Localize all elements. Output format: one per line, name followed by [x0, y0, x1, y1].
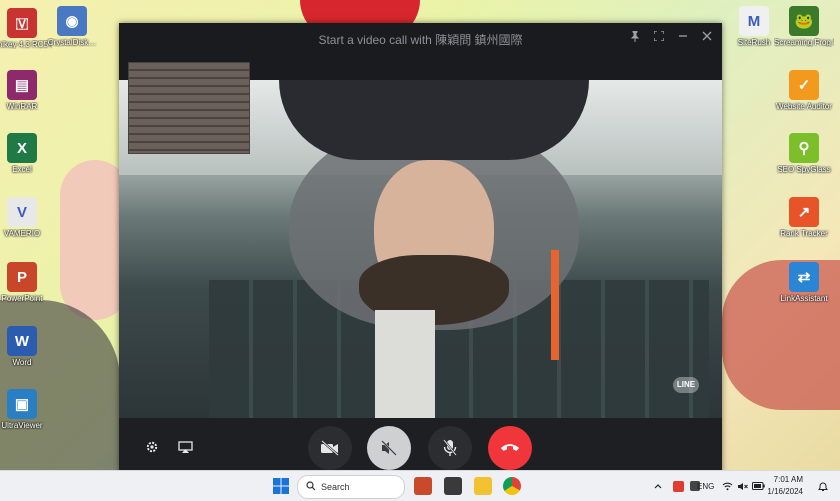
desktop-icon-label: PowerPoint: [1, 294, 43, 303]
video-scene: [551, 250, 559, 360]
settings-gear-icon[interactable]: [141, 436, 163, 458]
desktop-app-icon: ▤: [7, 70, 37, 100]
chrome-icon[interactable]: [503, 477, 521, 495]
desktop-icon[interactable]: V VAMERIO: [0, 197, 52, 238]
call-controls-bar: [119, 418, 722, 477]
line-watermark: LINE: [673, 377, 699, 393]
microphone-mute-icon: [443, 439, 457, 456]
pin-icon[interactable]: [628, 30, 642, 45]
minimize-icon[interactable]: [676, 31, 690, 45]
task-view-icon[interactable]: [444, 477, 462, 495]
desktop-app-icon: ⇄: [789, 262, 819, 292]
video-call-window: Start a video call with 陳穎問 鎮州國際 LINE: [119, 23, 722, 477]
volume-muted-icon[interactable]: [737, 471, 748, 501]
speaker-mute-icon: [381, 440, 397, 456]
desktop-app-icon: W: [7, 326, 37, 356]
close-icon[interactable]: [700, 31, 714, 45]
desktop-icon-label: Website Auditor: [776, 102, 832, 111]
taskbar-search[interactable]: Search: [297, 475, 405, 499]
desktop-app-icon: ↗: [789, 197, 819, 227]
hang-up-button[interactable]: [488, 426, 532, 470]
desktop-icon-label: LinkAssistant: [780, 294, 828, 303]
desktop-icon-label: Excel: [12, 165, 32, 174]
desktop-icon[interactable]: ✓ Website Auditor: [774, 70, 834, 111]
self-view-preview[interactable]: [128, 62, 250, 154]
desktop-app-icon: ◉: [57, 6, 87, 36]
video-scene: [279, 80, 589, 160]
chevron-up-icon[interactable]: [654, 471, 662, 501]
desktop-app-icon: 🇻: [7, 8, 37, 38]
desktop-app-icon: ✓: [789, 70, 819, 100]
window-titlebar[interactable]: Start a video call with 陳穎問 鎮州國際: [119, 23, 722, 55]
camera-off-icon: [321, 440, 339, 456]
desktop-app-icon: V: [7, 197, 37, 227]
taskbar: Search ENG 7:01 AM 1/16/2024: [0, 470, 840, 501]
search-placeholder: Search: [321, 482, 350, 492]
desktop-icon-label: Rank Tracker: [780, 229, 828, 238]
desktop-icon[interactable]: ⚲ SEO SpyGlass: [774, 133, 834, 174]
desktop-icon-label: Screaming Frog SE…: [774, 38, 834, 47]
desktop-icon-label: CrystalDisk…: [47, 38, 97, 47]
wifi-icon[interactable]: [722, 471, 733, 501]
desktop-icon[interactable]: ▣ UltraViewer: [0, 389, 52, 430]
desktop-app-icon: ⚲: [789, 133, 819, 163]
tray-app-icon[interactable]: [673, 471, 684, 501]
desktop-icon-label: VAMERIO: [3, 229, 41, 238]
notification-bell-icon[interactable]: [818, 471, 828, 501]
camera-off-button[interactable]: [308, 426, 352, 470]
search-icon: [306, 478, 316, 496]
clock-time: 7:01 AM: [773, 475, 803, 484]
taskbar-app-icon[interactable]: [414, 477, 432, 495]
file-explorer-icon[interactable]: [474, 477, 492, 495]
clock-date: 1/16/2024: [767, 487, 803, 496]
desktop-icon[interactable]: ◉ CrystalDisk…: [42, 6, 102, 47]
desktop-app-icon: M: [739, 6, 769, 36]
desktop-app-icon: X: [7, 133, 37, 163]
desktop-icon[interactable]: 🐸 Screaming Frog SE…: [774, 6, 834, 47]
hang-up-phone-icon: [501, 444, 519, 451]
desktop-icon[interactable]: W Word: [0, 326, 52, 367]
screen-share-icon[interactable]: [174, 436, 196, 458]
speaker-mute-button[interactable]: [367, 426, 411, 470]
desktop-app-icon: 🐸: [789, 6, 819, 36]
system-clock[interactable]: 7:01 AM 1/16/2024: [753, 474, 803, 498]
desktop-icon[interactable]: ⇄ LinkAssistant: [774, 262, 834, 303]
desktop-icon-label: WinRAR: [6, 102, 38, 111]
desktop-icon[interactable]: X Excel: [0, 133, 52, 174]
desktop-icon[interactable]: ↗ Rank Tracker: [774, 197, 834, 238]
desktop-icon-label: SEO SpyGlass: [777, 165, 831, 174]
language-indicator[interactable]: ENG: [697, 471, 714, 501]
fullscreen-icon[interactable]: [652, 30, 666, 45]
desktop-app-icon: ▣: [7, 389, 37, 419]
desktop-icon[interactable]: ▤ WinRAR: [0, 70, 52, 111]
desktop-app-icon: P: [7, 262, 37, 292]
microphone-mute-button[interactable]: [428, 426, 472, 470]
desktop-icon-label: UltraViewer: [1, 421, 43, 430]
window-title: Start a video call with 陳穎問 鎮州國際: [318, 32, 523, 47]
desktop-icon[interactable]: P PowerPoint: [0, 262, 52, 303]
desktop-icon-label: Word: [12, 358, 32, 367]
windows-start-icon[interactable]: [272, 477, 290, 495]
video-scene: [375, 310, 435, 418]
